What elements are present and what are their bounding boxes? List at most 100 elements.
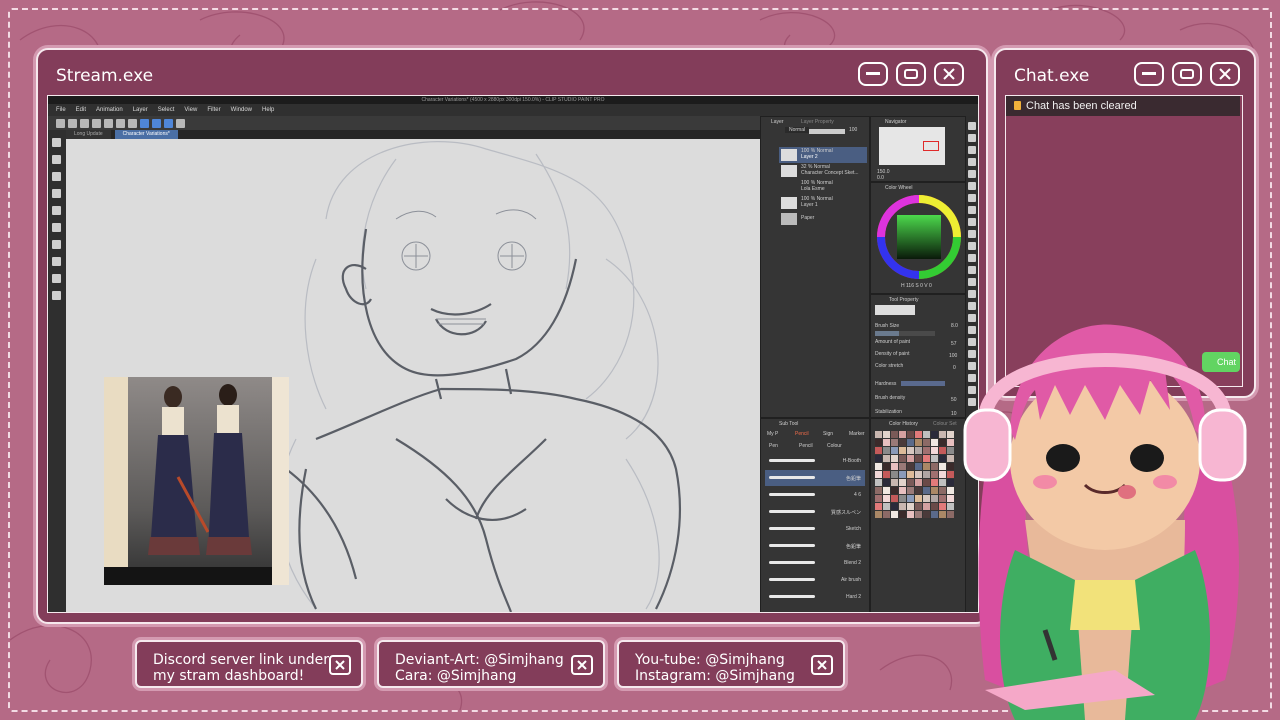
color-swatch[interactable] bbox=[931, 471, 938, 478]
color-swatch[interactable] bbox=[923, 487, 930, 494]
color-swatch[interactable] bbox=[907, 447, 914, 454]
tool-icon[interactable] bbox=[968, 122, 976, 130]
hardness-slider[interactable] bbox=[901, 381, 945, 386]
color-swatch[interactable] bbox=[915, 479, 922, 486]
color-swatch[interactable] bbox=[899, 455, 906, 462]
color-swatch[interactable] bbox=[947, 503, 954, 510]
color-swatch[interactable] bbox=[923, 511, 930, 518]
menu-help[interactable]: Help bbox=[262, 104, 274, 116]
color-swatch[interactable] bbox=[875, 447, 882, 454]
colour-set-tab[interactable]: Colour Set bbox=[933, 421, 957, 427]
brush-item[interactable]: 4 6 bbox=[765, 487, 865, 503]
tool-icon[interactable] bbox=[968, 290, 976, 298]
tool-icon[interactable] bbox=[52, 189, 61, 198]
color-swatch[interactable] bbox=[907, 439, 914, 446]
color-swatch[interactable] bbox=[923, 431, 930, 438]
clear-icon[interactable] bbox=[116, 118, 125, 128]
color-swatch[interactable] bbox=[899, 503, 906, 510]
sub-tool-subtab[interactable]: Pen bbox=[769, 443, 778, 449]
color-swatch[interactable] bbox=[931, 479, 938, 486]
color-swatch[interactable] bbox=[907, 503, 914, 510]
color-swatch[interactable] bbox=[883, 447, 890, 454]
color-swatch[interactable] bbox=[915, 495, 922, 502]
color-swatch[interactable] bbox=[915, 503, 922, 510]
color-swatch[interactable] bbox=[907, 487, 914, 494]
layer-row[interactable]: 100 % Normal Layer 1 bbox=[779, 195, 867, 211]
drawing-canvas[interactable] bbox=[66, 139, 760, 612]
color-swatch[interactable] bbox=[907, 511, 914, 518]
color-swatch[interactable] bbox=[915, 439, 922, 446]
color-swatch[interactable] bbox=[875, 511, 882, 518]
color-swatch[interactable] bbox=[875, 455, 882, 462]
color-swatch[interactable] bbox=[939, 503, 946, 510]
color-swatch[interactable] bbox=[891, 511, 898, 518]
color-swatch[interactable] bbox=[899, 431, 906, 438]
color-swatch[interactable] bbox=[931, 503, 938, 510]
color-swatch[interactable] bbox=[907, 463, 914, 470]
tool-icon[interactable] bbox=[52, 240, 61, 249]
color-swatch[interactable] bbox=[875, 463, 882, 470]
color-swatch[interactable] bbox=[883, 479, 890, 486]
brush-item[interactable]: 色鉛筆 bbox=[765, 470, 865, 486]
color-swatch[interactable] bbox=[923, 455, 930, 462]
tool-icon[interactable] bbox=[52, 274, 61, 283]
color-swatch[interactable] bbox=[915, 487, 922, 494]
sub-tool-tab[interactable]: Pencil bbox=[795, 431, 809, 437]
color-swatch[interactable] bbox=[923, 447, 930, 454]
sub-tool-tab[interactable]: My P bbox=[767, 431, 778, 437]
close-button[interactable] bbox=[934, 62, 964, 86]
color-swatch[interactable] bbox=[899, 471, 906, 478]
brush-item[interactable]: Air brush bbox=[765, 572, 865, 588]
layer-row[interactable]: 100 % Normal Layer 2 bbox=[779, 147, 867, 163]
color-swatch[interactable] bbox=[947, 511, 954, 518]
color-swatch[interactable] bbox=[939, 471, 946, 478]
layer-row[interactable]: 100 % Normal Lola Esme bbox=[779, 179, 867, 195]
menu-filter[interactable]: Filter bbox=[207, 104, 220, 116]
color-swatch[interactable] bbox=[931, 487, 938, 494]
color-swatch[interactable] bbox=[939, 431, 946, 438]
color-swatch[interactable] bbox=[939, 447, 946, 454]
color-swatch[interactable] bbox=[939, 511, 946, 518]
color-swatch[interactable] bbox=[891, 431, 898, 438]
color-swatch[interactable] bbox=[899, 463, 906, 470]
color-swatch[interactable] bbox=[923, 503, 930, 510]
settings-icon[interactable] bbox=[176, 118, 185, 128]
color-wheel[interactable] bbox=[875, 193, 963, 281]
opacity-slider[interactable] bbox=[809, 129, 845, 134]
color-swatch[interactable] bbox=[915, 463, 922, 470]
color-swatch[interactable] bbox=[899, 479, 906, 486]
color-swatch[interactable] bbox=[939, 439, 946, 446]
angle-value[interactable]: 0.0 bbox=[877, 175, 884, 181]
color-swatch[interactable] bbox=[931, 439, 938, 446]
transform-icon[interactable] bbox=[128, 118, 137, 128]
menu-file[interactable]: File bbox=[56, 104, 66, 116]
close-button[interactable] bbox=[571, 655, 593, 675]
color-swatch[interactable] bbox=[907, 479, 914, 486]
minimize-button[interactable] bbox=[858, 62, 888, 86]
menu-layer[interactable]: Layer bbox=[133, 104, 148, 116]
color-swatch[interactable] bbox=[915, 511, 922, 518]
color-swatch[interactable] bbox=[915, 447, 922, 454]
tool-icon[interactable] bbox=[52, 223, 61, 232]
brush-item[interactable]: 質感スルペン bbox=[765, 504, 865, 520]
color-swatch[interactable] bbox=[907, 455, 914, 462]
color-swatch[interactable] bbox=[899, 511, 906, 518]
color-swatch[interactable] bbox=[939, 487, 946, 494]
color-swatch[interactable] bbox=[875, 487, 882, 494]
menu-window[interactable]: Window bbox=[231, 104, 252, 116]
color-swatch[interactable] bbox=[891, 495, 898, 502]
color-swatch[interactable] bbox=[875, 495, 882, 502]
grid-snap-icon[interactable] bbox=[164, 118, 173, 128]
color-swatch[interactable] bbox=[923, 495, 930, 502]
redo-icon[interactable] bbox=[104, 118, 113, 128]
opacity-value[interactable]: 100 bbox=[849, 127, 857, 133]
color-swatch[interactable] bbox=[891, 479, 898, 486]
tool-icon[interactable] bbox=[52, 155, 61, 164]
brush-item[interactable]: H-Booth bbox=[765, 453, 865, 469]
ruler-snap-icon[interactable] bbox=[140, 118, 149, 128]
maximize-button[interactable] bbox=[896, 62, 926, 86]
tool-icon[interactable] bbox=[968, 242, 976, 250]
undo-icon[interactable] bbox=[92, 118, 101, 128]
color-swatch[interactable] bbox=[899, 495, 906, 502]
color-swatch[interactable] bbox=[891, 447, 898, 454]
